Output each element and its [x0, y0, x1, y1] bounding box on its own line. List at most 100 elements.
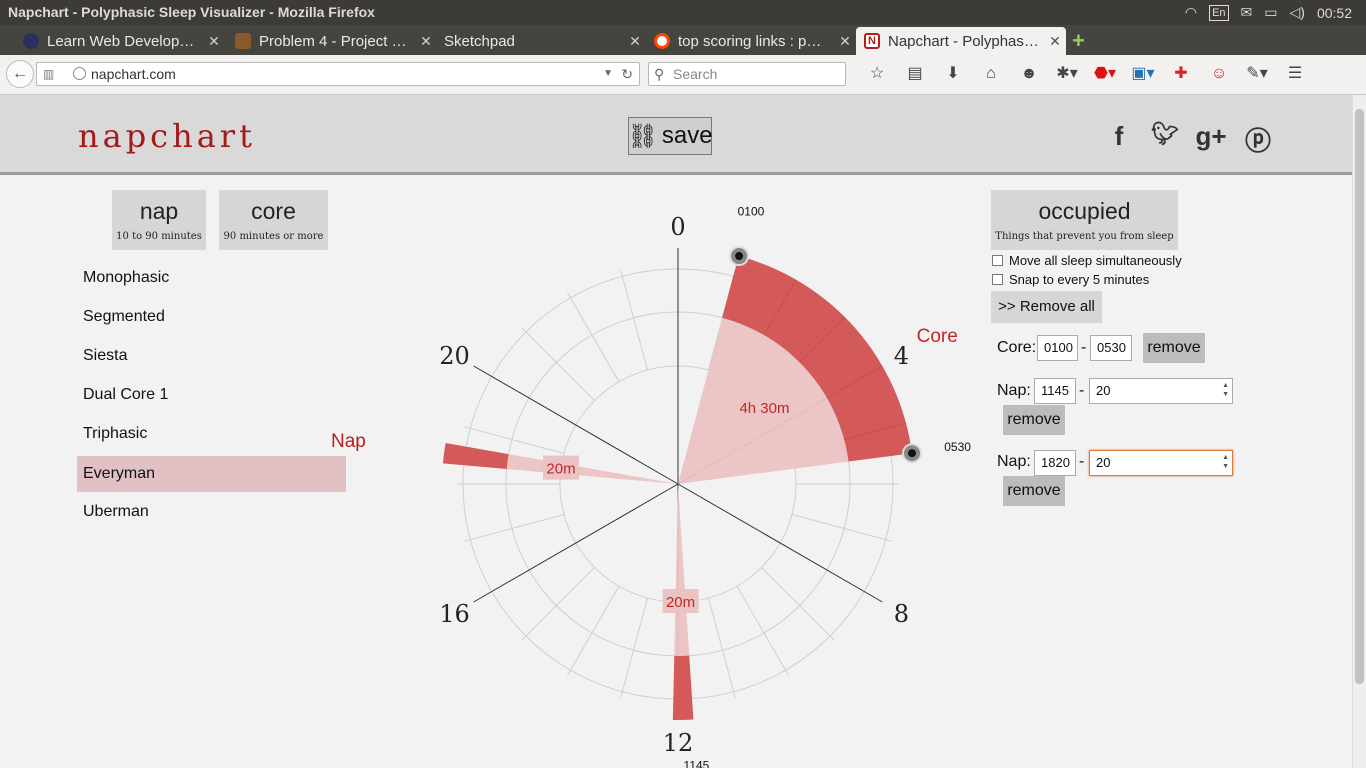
site-logo[interactable]: napchart — [78, 117, 256, 155]
save-label: save — [661, 122, 713, 149]
nap2-remove-button[interactable]: remove — [1003, 476, 1065, 506]
site-header: napchart ⛓ save f 🐦︎ g+ ⓟ — [0, 95, 1352, 175]
twitter-icon[interactable]: 🐦︎ — [1149, 121, 1181, 147]
snap-checkbox-row[interactable]: Snap to every 5 minutes — [992, 272, 1149, 287]
url-dropdown-icon[interactable]: ▼ — [603, 63, 613, 85]
remove-all-button[interactable]: >> Remove all — [991, 291, 1102, 323]
keyboard-language-indicator[interactable]: En — [1209, 4, 1229, 21]
occupied-block[interactable]: occupied Things that prevent you from sl… — [991, 190, 1178, 250]
url-bar[interactable]: ▥ napchart.com ▼ ↻ — [36, 62, 640, 86]
google-plus-icon[interactable]: g+ — [1195, 121, 1227, 152]
save-button[interactable]: ⛓ save — [627, 117, 713, 155]
sleep-segment-outer-1[interactable] — [672, 655, 694, 721]
screenshot-icon[interactable]: ▣▾ — [1124, 63, 1162, 85]
preset-segmented[interactable]: Segmented — [77, 299, 346, 335]
battery-icon[interactable]: ▭ — [1264, 4, 1277, 21]
browser-tab-active[interactable]: N Napchart - Polyphas… ✕ — [856, 27, 1066, 55]
browser-tab[interactable]: Learn Web Develop… ✕ — [15, 27, 225, 55]
core-start-input[interactable]: 0100 — [1037, 335, 1078, 361]
tab-label: top scoring links : p… — [678, 32, 822, 50]
preset-uberman[interactable]: Uberman — [77, 494, 346, 530]
nap1-duration-input[interactable]: 20 ▲ ▼ — [1089, 378, 1233, 404]
hour-label: 0 — [670, 213, 685, 241]
search-input[interactable]: ⚲ Search — [648, 62, 846, 86]
home-icon[interactable]: ⌂ — [972, 63, 1010, 85]
wifi-icon[interactable]: ◠ — [1185, 4, 1197, 21]
nap2-duration-input[interactable]: 20 ▲ ▼ — [1089, 450, 1233, 476]
snap-checkbox[interactable] — [992, 274, 1003, 285]
download-icon[interactable]: ⬇ — [934, 63, 972, 85]
core-block[interactable]: core 90 minutes or more — [219, 190, 328, 250]
extension-icon[interactable]: ✱▾ — [1048, 63, 1086, 85]
tab-label: Learn Web Develop… — [47, 32, 195, 50]
volume-icon[interactable]: ◁) — [1290, 4, 1305, 21]
adblock-icon[interactable]: ⬣▾ — [1086, 63, 1124, 85]
back-arrow-icon[interactable]: ← — [6, 60, 34, 88]
move-all-label: Move all sleep simultaneously — [1009, 253, 1182, 268]
spinner-arrows-icon[interactable]: ▲ ▼ — [1222, 453, 1229, 471]
mail-icon[interactable]: ✉ — [1241, 4, 1253, 21]
nap2-duration-value: 20 — [1096, 455, 1111, 470]
nap-block[interactable]: nap 10 to 90 minutes — [112, 190, 206, 250]
preset-triphasic[interactable]: Triphasic — [77, 416, 346, 452]
spinner-arrows-icon[interactable]: ▲ ▼ — [1222, 381, 1229, 399]
occupied-block-title: occupied — [1038, 198, 1131, 224]
core-block-subtitle: 90 minutes or more — [223, 231, 324, 242]
hour-tick — [761, 567, 835, 641]
close-tab-icon[interactable]: ✕ — [415, 33, 437, 50]
drag-handle-dot[interactable] — [735, 252, 744, 261]
preset-siesta[interactable]: Siesta — [77, 338, 346, 374]
nap2-row-label: Nap: — [997, 453, 1031, 470]
core-end-input[interactable]: 0530 — [1090, 335, 1132, 361]
duration-label: 20m — [546, 461, 575, 478]
browser-tab[interactable]: Sketchpad ✕ — [436, 27, 646, 55]
reload-icon[interactable]: ↻ — [621, 63, 633, 85]
tab-list-icon[interactable]: ▥ — [43, 63, 54, 85]
menu-icon[interactable]: ☰ — [1276, 63, 1314, 85]
eyedropper-icon[interactable]: ✎▾ — [1238, 63, 1276, 85]
clock[interactable]: 00:52 — [1317, 5, 1352, 21]
hour-tick — [567, 292, 620, 383]
browser-tab[interactable]: top scoring links : p… ✕ — [646, 27, 856, 55]
chat-icon[interactable]: ☻ — [1010, 63, 1048, 85]
new-tab-icon[interactable]: + — [1072, 28, 1085, 54]
page-scrollbar[interactable] — [1352, 95, 1366, 768]
sleep-segment-inner-1[interactable] — [674, 484, 690, 656]
preset-everyman[interactable]: Everyman — [77, 456, 346, 492]
close-tab-icon[interactable]: ✕ — [1044, 33, 1066, 50]
bookmark-star-icon[interactable]: ☆ — [858, 63, 896, 85]
os-top-bar: Napchart - Polyphasic Sleep Visualizer -… — [0, 0, 1366, 25]
lastpass-icon[interactable]: ✚ — [1162, 63, 1200, 85]
scrollbar-thumb[interactable] — [1355, 109, 1364, 684]
tab-label: Problem 4 - Project … — [259, 32, 407, 50]
core-remove-button[interactable]: remove — [1143, 333, 1205, 363]
move-all-checkbox[interactable] — [992, 255, 1003, 266]
browser-tab-bar: Learn Web Develop… ✕ Problem 4 - Project… — [0, 25, 1366, 55]
drag-handle-dot[interactable] — [907, 449, 916, 458]
move-all-checkbox-row[interactable]: Move all sleep simultaneously — [992, 253, 1182, 268]
globe-icon — [73, 67, 86, 80]
sleep-segment-outer-2[interactable] — [442, 443, 509, 470]
toolbar-icons: ☆ ▤ ⬇ ⌂ ☻ ✱▾ ⬣▾ ▣▾ ✚ ☺ ✎▾ ☰ — [858, 63, 1314, 85]
preset-monophasic[interactable]: Monophasic — [77, 260, 346, 296]
reading-list-icon[interactable]: ▤ — [896, 63, 934, 85]
napchart-clock[interactable]: 4h 30m20m20m0481216200100053011451820Cor… — [420, 195, 980, 768]
reddit-icon — [654, 33, 670, 49]
monster-icon[interactable]: ☺ — [1200, 63, 1238, 85]
nap-legend-label: Nap — [331, 431, 366, 452]
preset-dual-core-1[interactable]: Dual Core 1 — [77, 377, 346, 413]
nap-block-subtitle: 10 to 90 minutes — [116, 231, 202, 242]
facebook-icon[interactable]: f — [1103, 121, 1135, 152]
tab-label: Sketchpad — [444, 32, 515, 50]
close-tab-icon[interactable]: ✕ — [624, 33, 646, 50]
hour-label: 8 — [894, 600, 909, 628]
close-tab-icon[interactable]: ✕ — [834, 33, 856, 50]
nap1-remove-button[interactable]: remove — [1003, 405, 1065, 435]
hour-axis-line — [473, 483, 679, 603]
close-tab-icon[interactable]: ✕ — [203, 33, 225, 50]
browser-tab[interactable]: Problem 4 - Project … ✕ — [227, 27, 437, 55]
nap1-start-input[interactable]: 1145 — [1034, 378, 1076, 404]
nap-block-title: nap — [139, 198, 179, 224]
nap2-start-input[interactable]: 1820 — [1034, 450, 1076, 476]
pinterest-icon[interactable]: ⓟ — [1242, 121, 1274, 158]
